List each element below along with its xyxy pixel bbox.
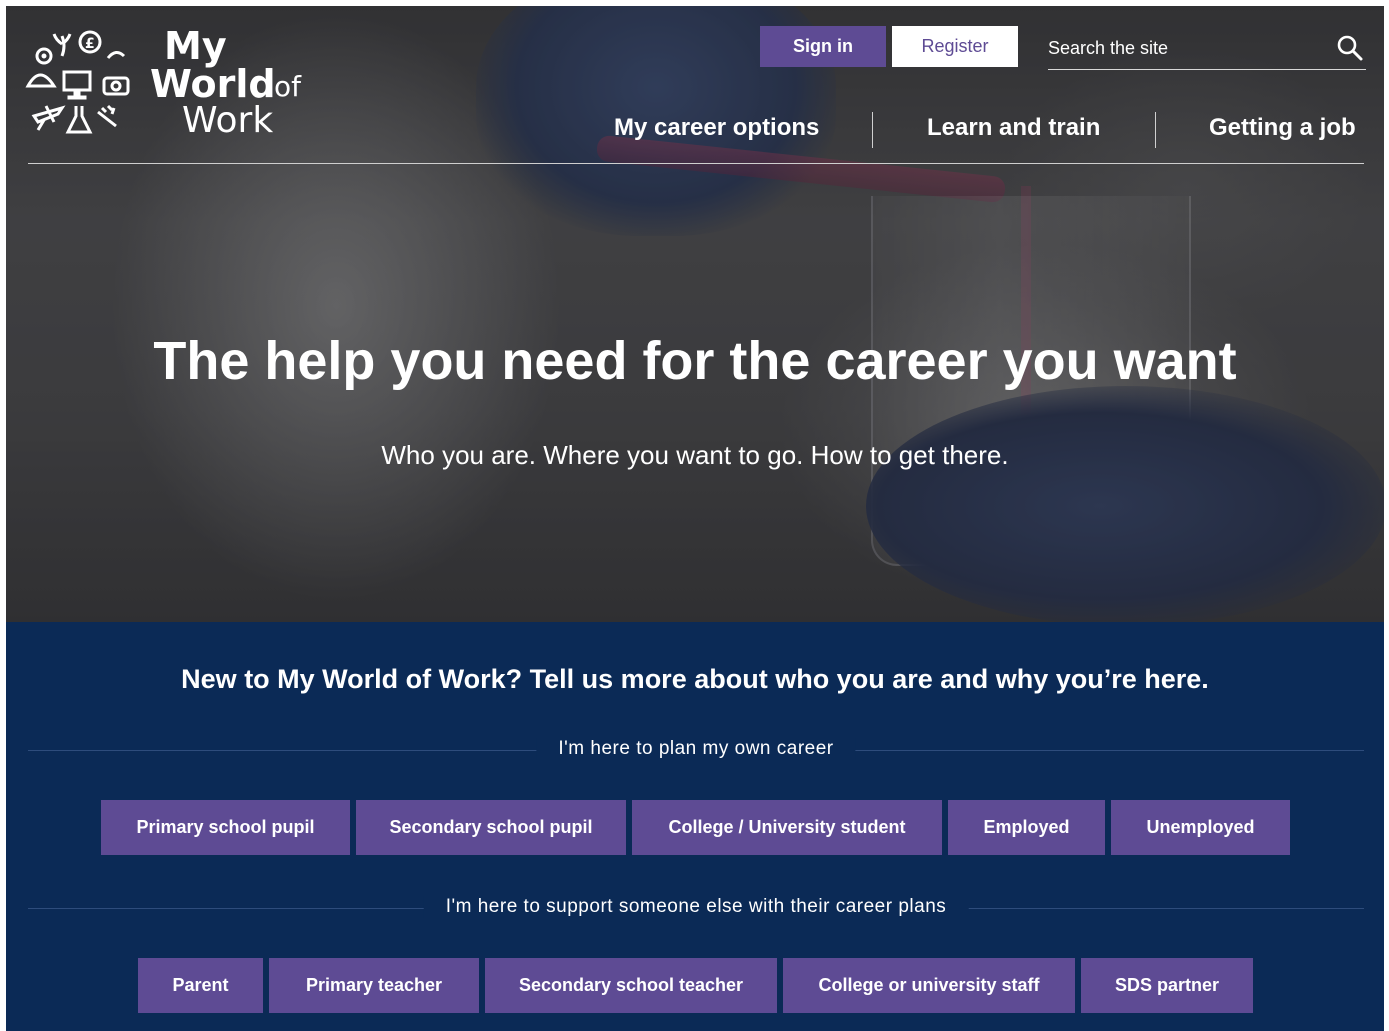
sign-in-button[interactable]: Sign in [760,26,886,67]
nav-getting-a-job[interactable]: Getting a job [1209,114,1356,142]
support-divider: I'm here to support someone else with th… [28,896,1364,920]
support-label: I'm here to support someone else with th… [423,896,969,918]
nav-my-career-options[interactable]: My career options [614,114,819,142]
hero-title: The help you need for the career you wan… [153,331,1237,391]
logo-text-of: of [274,70,301,103]
main-nav: My career options Learn and train Gettin… [6,106,1384,156]
nav-learn-and-train[interactable]: Learn and train [927,114,1100,142]
option-college-university-student[interactable]: College / University student [632,800,942,855]
option-sds-partner[interactable]: SDS partner [1081,958,1253,1013]
own-career-options: Primary school pupil Secondary school pu… [6,800,1384,855]
option-secondary-school-teacher[interactable]: Secondary school teacher [485,958,777,1013]
page: £ My World of Work Sign in Register Sear… [6,6,1384,1031]
option-secondary-school-pupil[interactable]: Secondary school pupil [356,800,626,855]
nav-underline [28,163,1364,164]
option-parent[interactable]: Parent [138,958,263,1013]
audience-heading: New to My World of Work? Tell us more ab… [181,664,1209,694]
search-icon[interactable] [1336,34,1364,62]
site-search [1048,30,1366,70]
option-employed[interactable]: Employed [948,800,1105,855]
own-career-divider: I'm here to plan my own career [28,738,1364,762]
register-button[interactable]: Register [892,26,1018,67]
svg-text:£: £ [85,36,95,52]
hero-banner: £ My World of Work Sign in Register Sear… [6,6,1384,622]
nav-separator [1155,112,1156,148]
nav-separator [872,112,873,148]
audience-panel: New to My World of Work? Tell us more ab… [6,622,1384,1031]
option-unemployed[interactable]: Unemployed [1111,800,1290,855]
option-primary-school-pupil[interactable]: Primary school pupil [101,800,350,855]
support-options: Parent Primary teacher Secondary school … [6,958,1384,1013]
option-primary-teacher[interactable]: Primary teacher [269,958,479,1013]
own-career-label: I'm here to plan my own career [536,738,856,760]
option-college-or-university-staff[interactable]: College or university staff [783,958,1075,1013]
search-input[interactable] [1048,30,1318,66]
hero-subtitle: Who you are. Where you want to go. How t… [381,440,1009,470]
